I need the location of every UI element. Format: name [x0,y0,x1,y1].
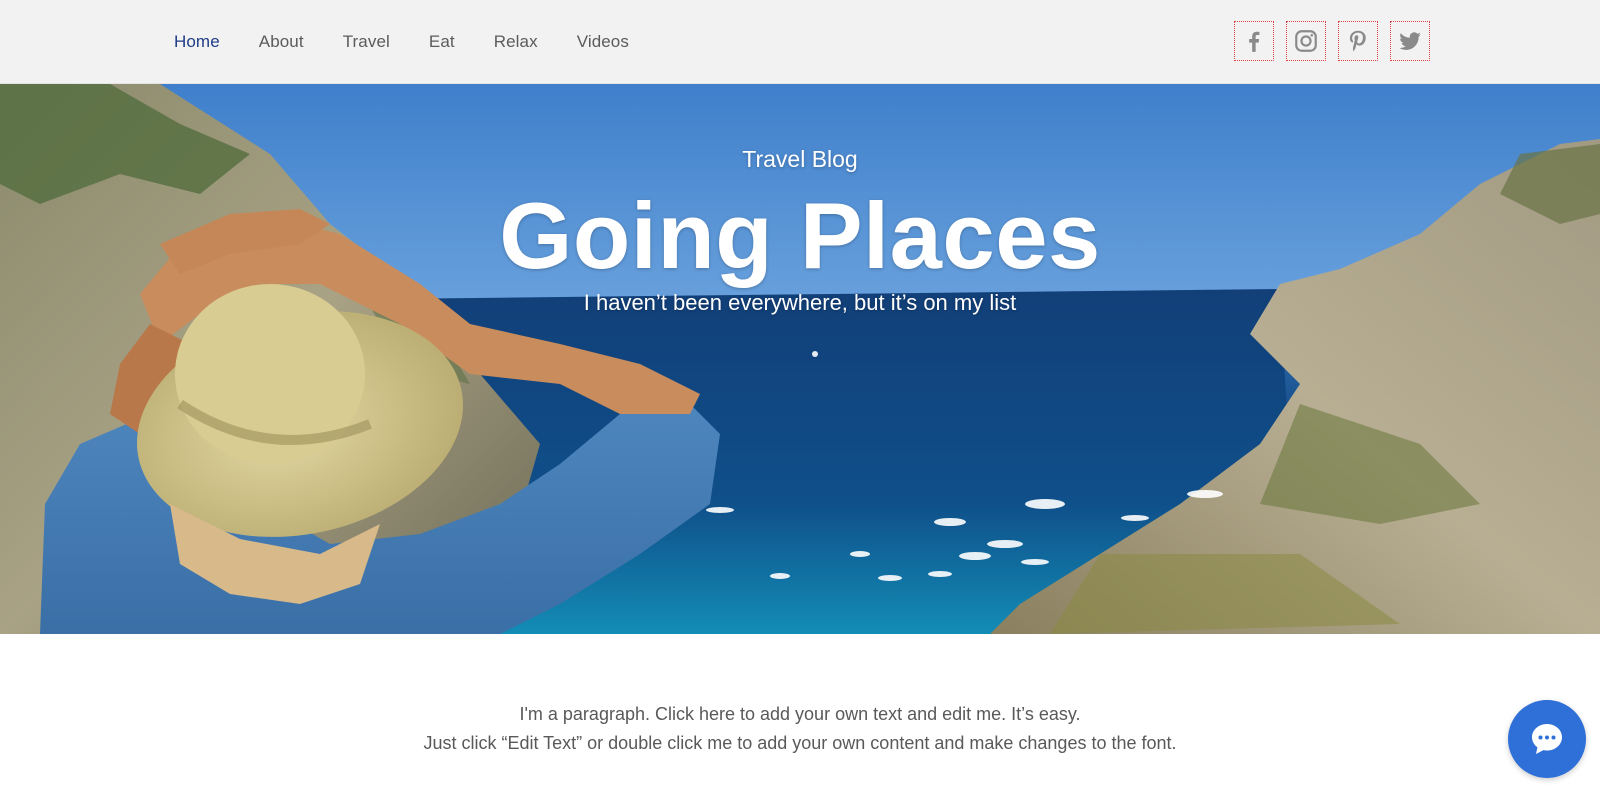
nav-item-travel[interactable]: Travel [343,32,390,52]
chat-button[interactable] [1508,700,1586,778]
hero-title: Going Places [499,183,1101,288]
social-bar [1234,21,1430,61]
nav-item-about[interactable]: About [259,32,304,52]
nav-item-eat[interactable]: Eat [429,32,455,52]
main-nav: Home About Travel Eat Relax Videos [174,0,668,84]
pinterest-icon [1349,30,1366,52]
nav-item-videos[interactable]: Videos [577,32,629,52]
facebook-icon [1249,31,1260,52]
chat-bubble-icon [1532,724,1562,754]
instagram-link[interactable] [1286,21,1326,61]
twitter-icon [1399,32,1421,50]
paragraph-line-2: Just click “Edit Text” or double click m… [423,733,1177,753]
hero-banner: Travel Blog Going Places I haven’t been … [0,84,1600,634]
intro-paragraph[interactable]: I'm a paragraph. Click here to add your … [0,700,1600,758]
pinterest-link[interactable] [1338,21,1378,61]
hero-kicker: Travel Blog [742,146,858,172]
site-header: Home About Travel Eat Relax Videos [0,0,1600,84]
instagram-icon [1295,30,1317,52]
facebook-link[interactable] [1234,21,1274,61]
nav-item-relax[interactable]: Relax [494,32,538,52]
paragraph-line-1: I'm a paragraph. Click here to add your … [519,704,1081,724]
twitter-link[interactable] [1390,21,1430,61]
nav-item-home[interactable]: Home [174,32,220,52]
hero-subtitle: I haven’t been everywhere, but it’s on m… [583,290,1017,315]
